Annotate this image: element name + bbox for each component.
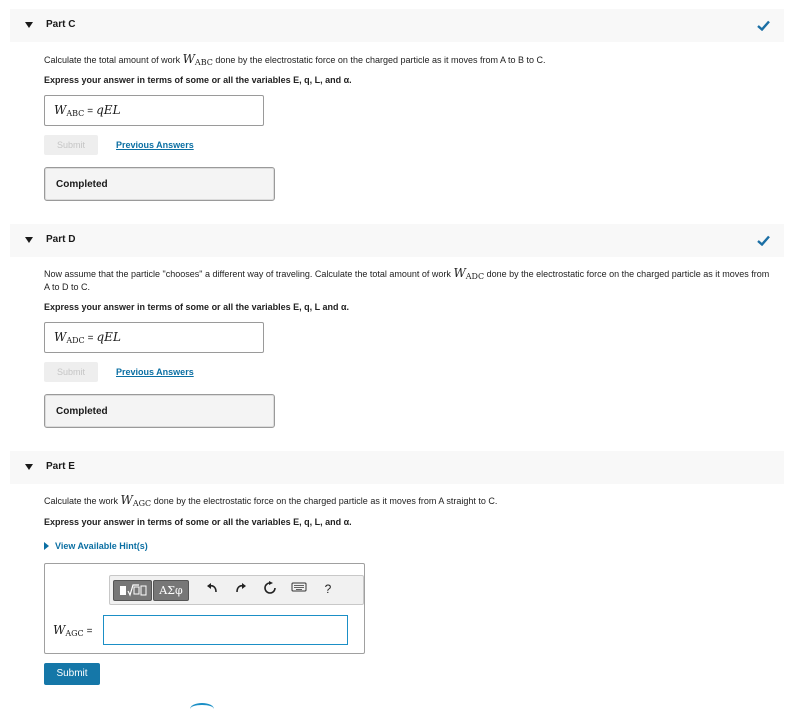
reset-icon[interactable] (262, 581, 278, 597)
part-d-previous-answers-link[interactable]: Previous Answers (116, 367, 194, 377)
part-d-title: Part D (46, 234, 76, 245)
answer-value: qEL (96, 103, 121, 117)
collapse-caret-icon[interactable] (25, 22, 33, 28)
answer-variable: W (54, 330, 67, 344)
math-toolbar: ΑΣφ ? (109, 575, 364, 605)
part-e-header[interactable]: Part E (10, 451, 784, 484)
part-c-header[interactable]: Part C (10, 9, 784, 42)
undo-icon[interactable] (204, 581, 220, 597)
part-c-completed-box: Completed (44, 167, 275, 201)
part-e-question: Calculate the work WAGC done by the elec… (44, 493, 498, 508)
part-d-header[interactable]: Part D (10, 224, 784, 257)
part-e-title: Part E (46, 461, 75, 472)
part-d-question: Now assume that the particle "chooses" a… (44, 266, 770, 292)
answer-variable: W (54, 103, 67, 117)
math-answer-editor: ΑΣφ ? WAGC = (44, 563, 365, 654)
part-c-instruction: Express your answer in terms of some or … (44, 75, 352, 85)
part-c-title: Part C (46, 19, 76, 30)
part-e-instruction: Express your answer in terms of some or … (44, 517, 352, 527)
part-d-completed-box: Completed (44, 394, 275, 428)
part-c-previous-answers-link[interactable]: Previous Answers (116, 140, 194, 150)
part-c-answer-field[interactable]: WABC = qEL (44, 95, 264, 126)
part-d-answer-field[interactable]: WADC = qEL (44, 322, 264, 353)
checkmark-icon (757, 20, 770, 31)
keyboard-icon[interactable] (291, 581, 307, 597)
part-d-instruction: Express your answer in terms of some or … (44, 302, 349, 312)
part-d-submit-button[interactable]: Submit (44, 362, 98, 382)
loading-spinner-icon (190, 703, 214, 715)
collapse-caret-icon[interactable] (25, 464, 33, 470)
greek-symbols-button[interactable]: ΑΣφ (153, 580, 189, 601)
templates-button[interactable] (113, 580, 152, 601)
part-c-question: Calculate the total amount of work WABC … (44, 52, 546, 67)
part-e-answer-label: WAGC = (53, 623, 93, 638)
templates-icon (119, 584, 146, 597)
help-icon[interactable]: ? (320, 581, 336, 597)
redo-icon[interactable] (233, 581, 249, 597)
part-e-submit-button[interactable]: Submit (44, 663, 100, 685)
part-e-answer-input[interactable] (103, 615, 348, 645)
expand-triangle-icon (44, 542, 49, 550)
checkmark-icon (757, 235, 770, 246)
collapse-caret-icon[interactable] (25, 237, 33, 243)
answer-value: qEL (96, 330, 121, 344)
part-c-submit-button[interactable]: Submit (44, 135, 98, 155)
view-hints-link[interactable]: View Available Hint(s) (44, 541, 148, 551)
